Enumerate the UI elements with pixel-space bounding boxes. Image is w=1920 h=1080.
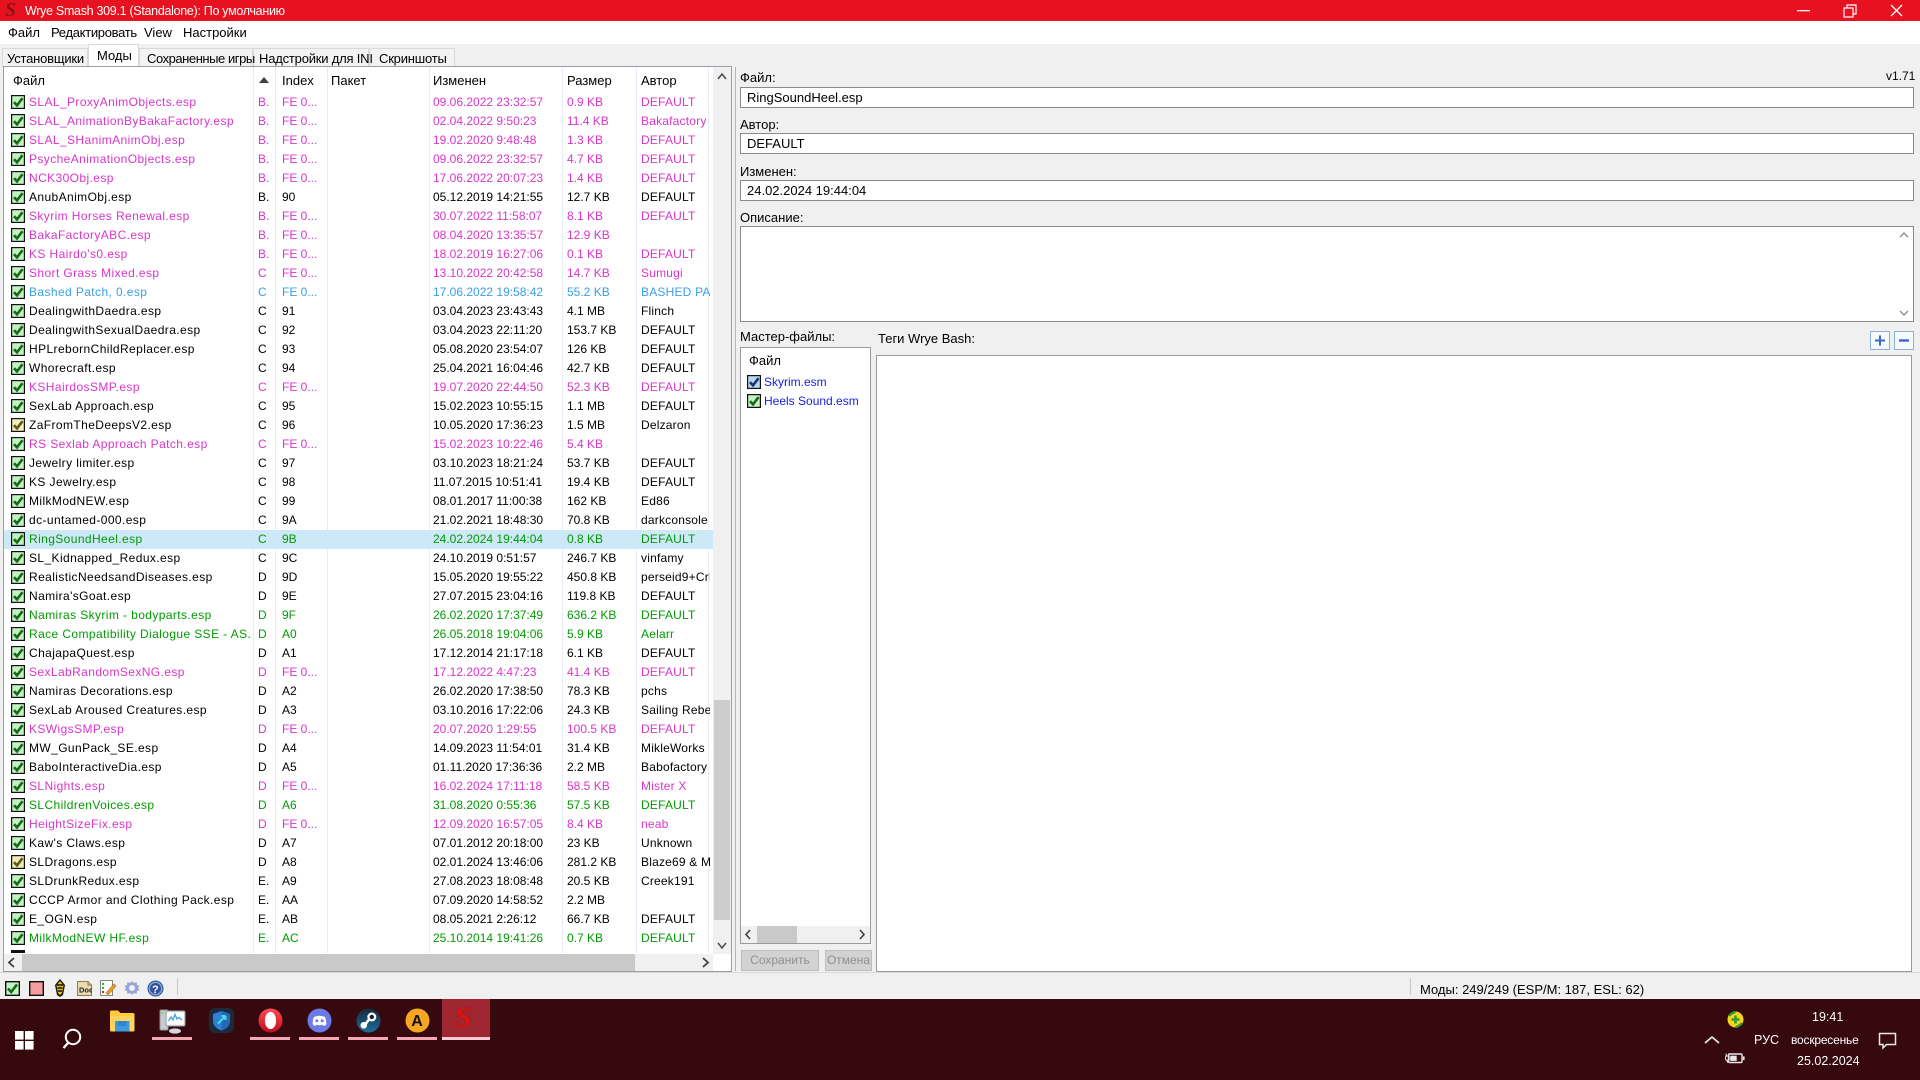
svg-text:A: A: [411, 1013, 423, 1030]
svg-text:Doc: Doc: [79, 986, 92, 995]
svg-text:?: ?: [152, 984, 159, 996]
